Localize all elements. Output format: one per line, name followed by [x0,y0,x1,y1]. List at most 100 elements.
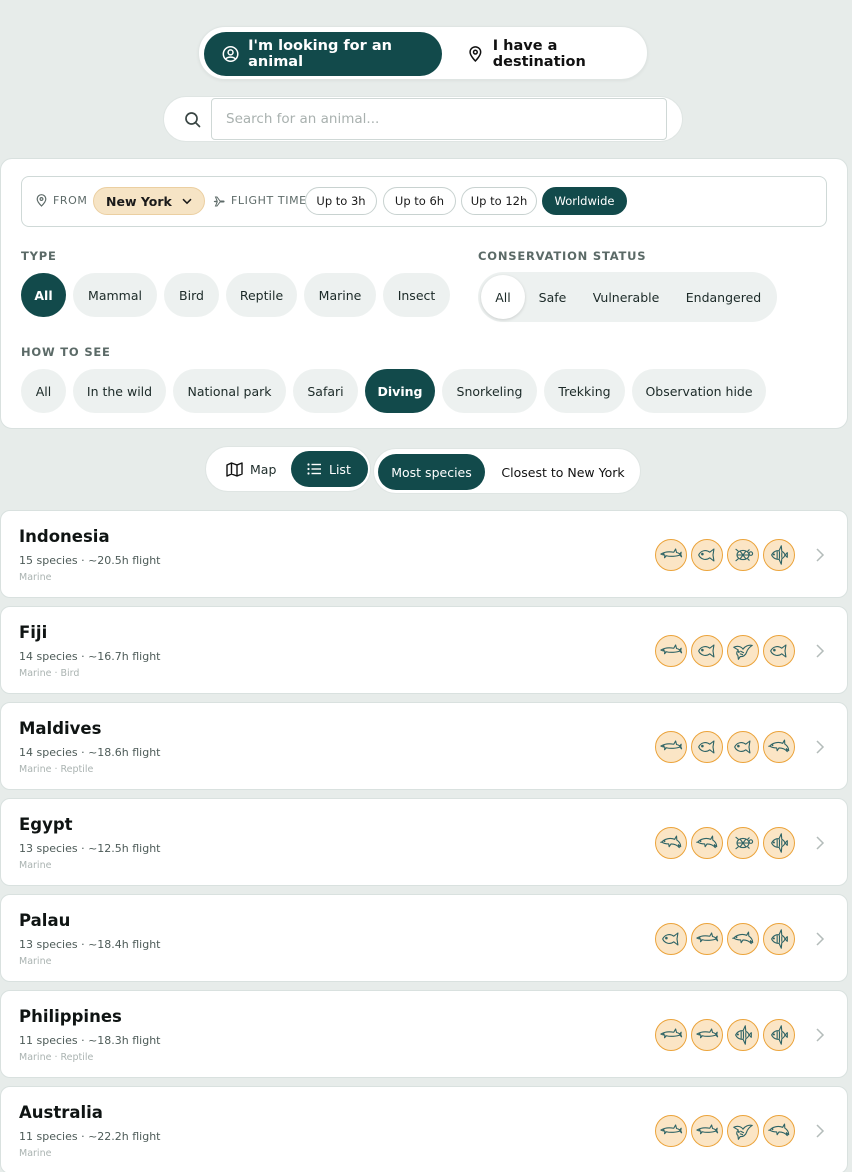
type-chip-bird[interactable]: Bird [164,273,219,317]
conservation-heading: CONSERVATION STATUS [478,249,647,263]
chip-label: Reptile [239,287,284,303]
animal-search-input[interactable] [211,98,667,140]
flight-option-label: Up to 6h [394,194,445,208]
chip-label: Trekking [558,383,611,399]
destination-meta: 13 species · ~18.4h flight [19,938,161,951]
how-chip-snorkeling[interactable]: Snorkeling [442,369,537,413]
conservation-segmented-control: All Safe Vulnerable Endangered [478,272,777,322]
destination-card[interactable]: Indonesia 15 species · ~20.5h flight Marin… [0,510,848,598]
how-chip-observation-hide[interactable]: Observation hide [632,369,766,413]
sort-most-species-button[interactable]: Most species [378,454,485,490]
conservation-option-label: Safe [538,289,567,305]
sort-closest-button[interactable]: Closest to New York [488,454,638,490]
type-chip-marine[interactable]: Marine [304,273,376,317]
destination-name: Palau [19,911,71,930]
how-chip-all[interactable]: All [21,369,66,413]
species-badges [655,827,795,859]
chip-label: Marine [318,287,362,303]
flight-option-12h[interactable]: Up to 12h [461,187,537,215]
dolphin-icon [763,731,795,763]
species-badges [655,1115,795,1147]
conservation-option-all[interactable]: All [481,275,525,319]
search-icon [185,112,201,128]
destination-card[interactable]: Egypt 13 species · ~12.5h flight Marine [0,798,848,886]
list-icon [307,463,321,475]
species-badges [655,1019,795,1051]
conservation-option-safe[interactable]: Safe [528,275,577,319]
flight-option-worldwide[interactable]: Worldwide [542,187,627,215]
destination-mode-button[interactable]: I have a destination [449,32,644,76]
chip-label: Snorkeling [456,383,523,399]
chip-label: All [35,383,52,399]
animal-mode-button[interactable]: I'm looking for an animal [204,32,442,76]
destination-tags: Marine · Reptile [19,764,94,775]
angelfish-icon [727,1019,759,1051]
angelfish-icon [763,827,795,859]
sort-toggle: Most species Closest to New York [373,448,641,494]
fish-icon [691,635,723,667]
conservation-option-endangered[interactable]: Endangered [675,275,772,319]
shark-icon [655,1115,687,1147]
shark-icon [655,539,687,571]
shark-icon [655,731,687,763]
chevron-right-icon [816,548,825,562]
dolphin-icon [763,1115,795,1147]
type-heading: TYPE [21,249,57,263]
type-chip-all[interactable]: All [21,273,66,317]
fish-icon [655,923,687,955]
destination-card[interactable]: Philippines 11 species · ~18.3h flight Mar… [0,990,848,1078]
sort-closest-label: Closest to New York [501,464,625,480]
search-bar [163,96,683,142]
shark-icon [691,923,723,955]
flight-option-label: Up to 3h [316,194,366,208]
chevron-right-icon [816,1028,825,1042]
angelfish-icon [763,1019,795,1051]
type-chip-mammal[interactable]: Mammal [73,273,157,317]
shark-icon [691,1115,723,1147]
how-to-see-heading: HOW TO SEE [21,345,111,359]
destination-card[interactable]: Palau 13 species · ~18.4h flight Marine [0,894,848,982]
list-view-button[interactable]: List [291,451,368,487]
chip-label: Insect [397,287,436,303]
dolphin-icon [727,923,759,955]
map-view-button[interactable]: Map [216,451,291,487]
shark-icon [655,1019,687,1051]
flight-option-3h[interactable]: Up to 3h [305,187,377,215]
destination-card[interactable]: Fiji 14 species · ~16.7h flight Marine · B… [0,606,848,694]
origin-city-dropdown[interactable]: New York [93,187,205,215]
flight-option-label: Up to 12h [470,194,528,208]
how-chip-diving[interactable]: Diving [365,369,435,413]
destination-tags: Marine [19,1148,52,1159]
bird-icon [727,1115,759,1147]
destination-tags: Marine · Reptile [19,1052,94,1063]
type-chip-insect[interactable]: Insect [383,273,450,317]
chip-label: Safari [307,383,344,399]
chevron-right-icon [816,1124,825,1138]
from-label-group: FROM [36,194,88,207]
chevron-right-icon [816,740,825,754]
conservation-option-label: Vulnerable [592,289,660,305]
bird-icon [727,635,759,667]
view-toggle: Map List [205,446,371,492]
destination-meta: 15 species · ~20.5h flight [19,554,161,567]
how-chip-national-park[interactable]: National park [173,369,286,413]
flight-option-6h[interactable]: Up to 6h [383,187,456,215]
destination-name: Fiji [19,623,48,642]
type-chip-reptile[interactable]: Reptile [226,273,297,317]
destination-card[interactable]: Australia 11 species · ~22.2h flight Marin… [0,1086,848,1172]
dolphin-icon [691,827,723,859]
conservation-option-label: Endangered [685,289,762,305]
sort-most-species-label: Most species [391,464,472,480]
conservation-option-vulnerable[interactable]: Vulnerable [581,275,671,319]
destination-card[interactable]: Maldives 14 species · ~18.6h flight Marine… [0,702,848,790]
how-chip-in-the-wild[interactable]: In the wild [73,369,166,413]
how-chip-safari[interactable]: Safari [293,369,358,413]
angelfish-icon [763,923,795,955]
how-chip-trekking[interactable]: Trekking [544,369,625,413]
turtle-icon [727,827,759,859]
origin-flight-filter: FROM New York FLIGHT TIME Up to 3h Up to… [21,176,827,227]
destination-mode-label: I have a destination [492,38,586,70]
destination-name: Australia [19,1103,103,1122]
chip-label: Diving [377,383,423,399]
map-icon [226,461,243,477]
